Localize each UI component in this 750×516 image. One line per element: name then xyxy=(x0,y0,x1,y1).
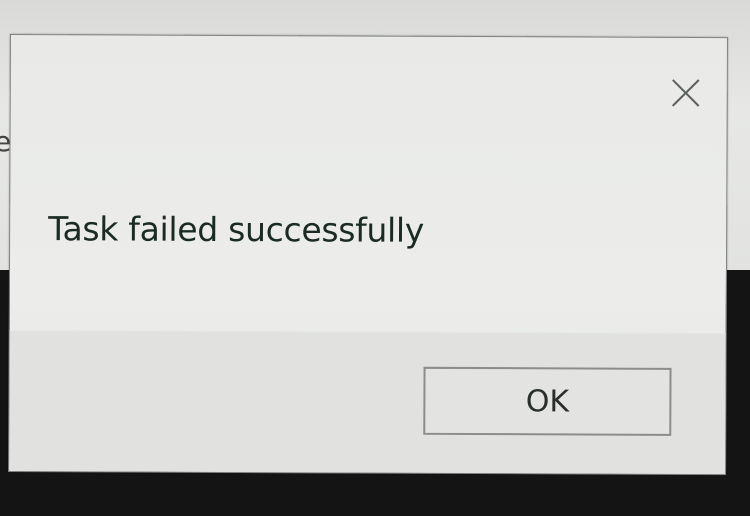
close-icon xyxy=(671,79,700,107)
message-dialog: Task failed successfully OK xyxy=(8,34,728,476)
ok-button[interactable]: OK xyxy=(423,366,672,436)
close-button[interactable] xyxy=(669,76,703,110)
dialog-message: Task failed successfully xyxy=(48,209,425,250)
screen: e Task failed successfully OK xyxy=(0,0,750,516)
